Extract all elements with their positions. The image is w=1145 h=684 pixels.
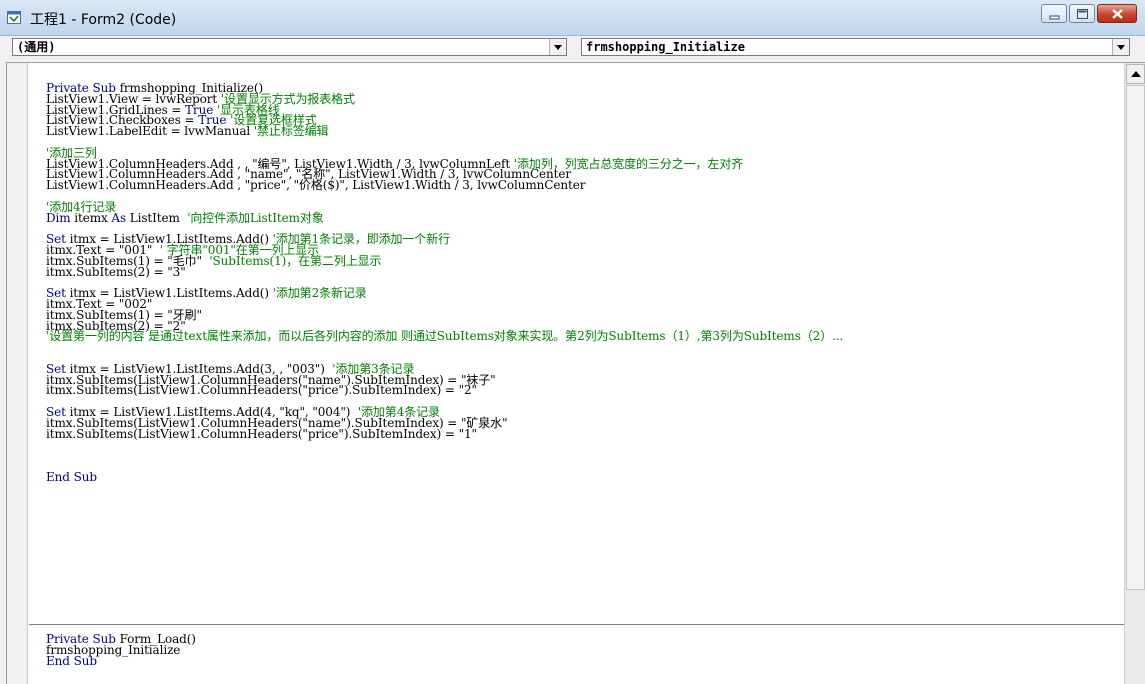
code-line[interactable]: [46, 450, 1116, 461]
code-keyword: End Sub: [46, 653, 97, 668]
close-button[interactable]: [1097, 4, 1137, 23]
code-line[interactable]: ListView1.ColumnHeaders.Add , "price", "…: [46, 178, 1116, 193]
margin-indicator-bar[interactable]: [7, 63, 28, 684]
code-keyword: As: [111, 210, 130, 225]
code-line[interactable]: itmx.SubItems(1) = "毛巾" 'SubItems(1)，在第二…: [46, 253, 1116, 268]
code-comment: '添加第2条新记录: [272, 286, 367, 301]
code-line[interactable]: itmx.SubItems(2) = "3": [46, 264, 1116, 279]
procedure-frmshopping-initialize[interactable]: Private Sub frmshopping_Initialize() List…: [46, 83, 1116, 484]
code-line[interactable]: End Sub: [46, 653, 1116, 668]
code-line[interactable]: [46, 439, 1116, 450]
procedure-form-load[interactable]: Private Sub Form_Load() frmshopping_Initi…: [46, 634, 1116, 668]
code-text: itemx: [74, 210, 112, 225]
code-keyword: End Sub: [46, 469, 97, 484]
code-line[interactable]: itmx.SubItems(ListView1.ColumnHeaders("p…: [46, 383, 1116, 398]
code-text: itmx.SubItems(ListView1.ColumnHeaders("p…: [46, 426, 477, 441]
code-line[interactable]: Private Sub Form_Load(): [46, 634, 1116, 645]
object-dropdown[interactable]: (通用): [12, 38, 567, 56]
window-controls: [1039, 4, 1137, 23]
procedure-dropdown[interactable]: frmshopping_Initialize: [581, 38, 1130, 56]
code-line[interactable]: itmx.SubItems(1) = "牙刷": [46, 309, 1116, 321]
code-line[interactable]: [46, 342, 1116, 353]
code-line[interactable]: [46, 191, 1116, 202]
code-line[interactable]: End Sub: [46, 469, 1116, 484]
code-text: ListItem: [129, 210, 188, 225]
code-line[interactable]: [46, 461, 1116, 472]
code-line[interactable]: ListView1.LabelEdit = lvwManual '禁止标签编辑: [46, 124, 1116, 139]
maximize-icon: [1077, 9, 1088, 19]
code-window-combo-bar: (通用) frmshopping_Initialize: [0, 36, 1145, 60]
code-comment: '设置第一列的内容 是通过text属性来添加，而以后各列内容的添加 则通过Sub…: [46, 329, 844, 344]
code-line[interactable]: Dim itemx As ListItem '向控件添加ListItem对象: [46, 210, 1116, 225]
code-text-area-2[interactable]: Private Sub Form_Load() frmshopping_Initi…: [46, 634, 1116, 684]
procedure-dropdown-value: frmshopping_Initialize: [586, 40, 745, 54]
code-text: itmx.SubItems(ListView1.ColumnHeaders("p…: [46, 383, 477, 398]
code-comment: 'SubItems(1)，在第二列上显示: [209, 253, 382, 268]
code-keyword: Dim: [46, 210, 75, 225]
code-text: ListView1.ColumnHeaders.Add , "price", "…: [46, 178, 586, 193]
vertical-scrollbar[interactable]: [1124, 63, 1145, 684]
code-text: itmx.SubItems(2) = "3": [46, 264, 186, 279]
code-editor[interactable]: Private Sub frmshopping_Initialize() List…: [6, 62, 1145, 684]
code-comment: '向控件添加ListItem对象: [187, 210, 324, 225]
code-text: ListView1.LabelEdit = lvwManual: [46, 124, 254, 139]
chevron-down-icon[interactable]: [1112, 39, 1129, 55]
code-line[interactable]: frmshopping_Initialize: [46, 644, 1116, 656]
scrollbar-thumb[interactable]: [1126, 85, 1145, 590]
code-line[interactable]: Set itmx = ListView1.ListItems.Add() '添加…: [46, 286, 1116, 301]
minimize-icon: [1049, 15, 1060, 20]
title-bar[interactable]: 工程1 - Form2 (Code): [0, 0, 1145, 36]
code-line[interactable]: itmx.SubItems(ListView1.ColumnHeaders("p…: [46, 426, 1116, 441]
vb-code-window-icon: [7, 11, 21, 24]
code-comment: '禁止标签编辑: [253, 124, 329, 139]
code-line[interactable]: [46, 137, 1116, 148]
maximize-button[interactable]: [1069, 4, 1095, 23]
code-line[interactable]: itmx.Text = "002": [46, 298, 1116, 310]
window-title: 工程1 - Form2 (Code): [30, 12, 177, 28]
code-line[interactable]: '设置第一列的内容 是通过text属性来添加，而以后各列内容的添加 则通过Sub…: [46, 329, 1116, 344]
code-text-area[interactable]: Private Sub frmshopping_Initialize() List…: [46, 83, 1116, 683]
chevron-down-icon[interactable]: [549, 39, 566, 55]
close-icon: [1112, 9, 1123, 19]
minimize-button[interactable]: [1041, 4, 1067, 23]
object-dropdown-value: (通用): [17, 40, 56, 54]
scroll-up-arrow-icon[interactable]: [1126, 64, 1145, 84]
procedure-separator: [29, 624, 1124, 625]
